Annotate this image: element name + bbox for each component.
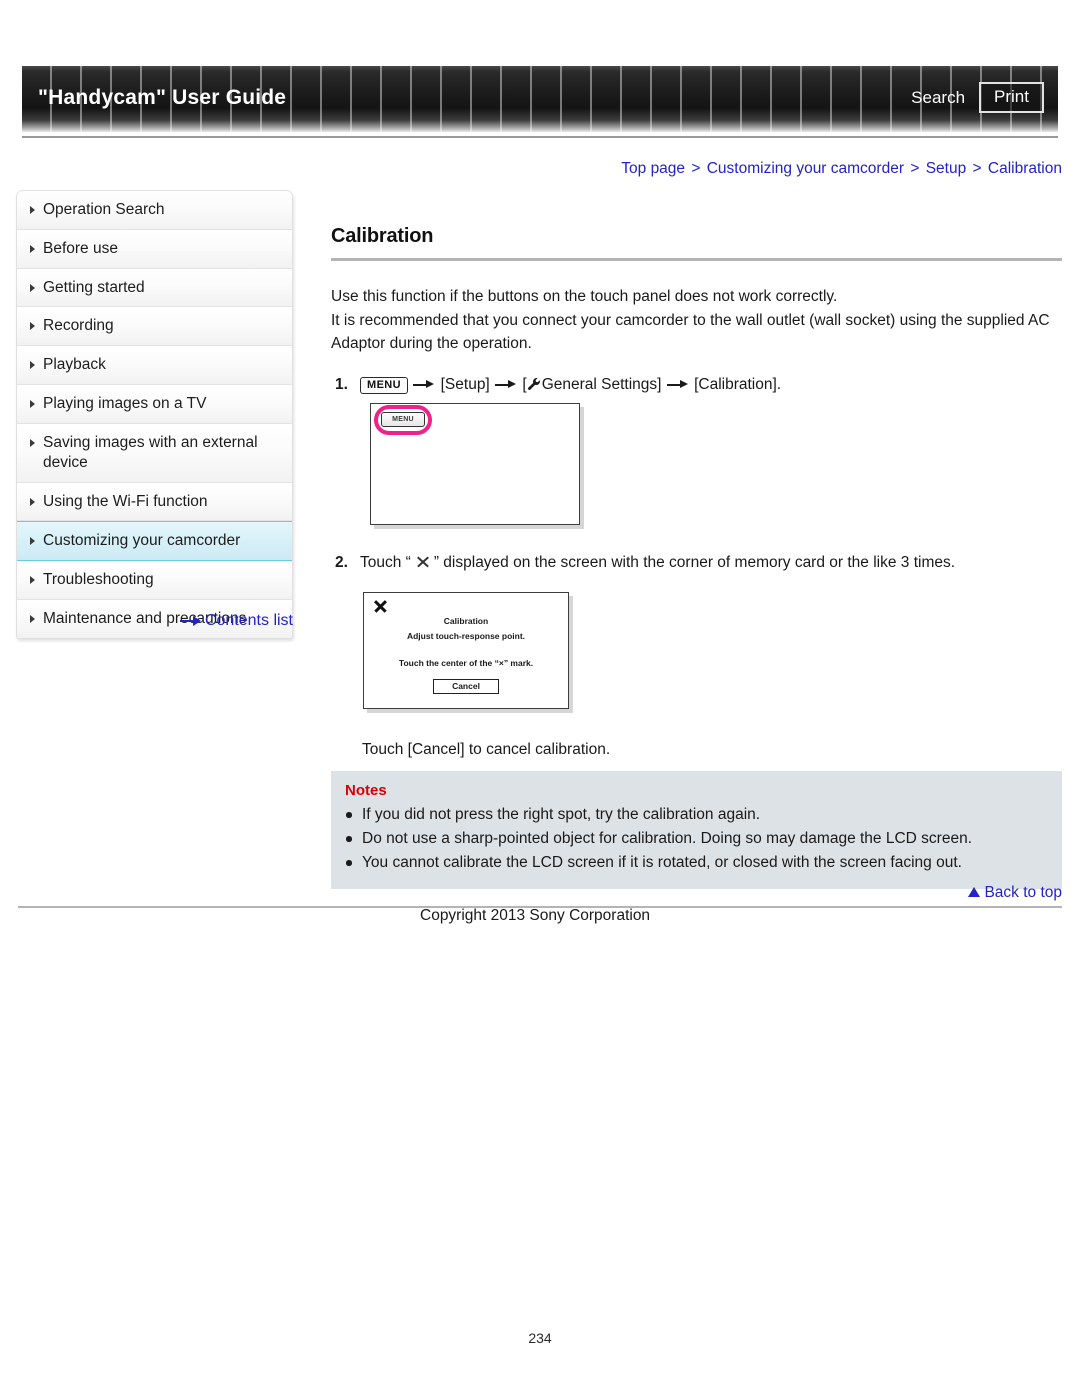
step-1-number: 1. [335,375,348,393]
copyright-text: Copyright 2013 Sony Corporation [420,907,651,924]
breadcrumb-item-top-page[interactable]: Top page [621,160,685,177]
main-content: Calibration Use this function if the but… [331,225,1062,398]
notes-box: Notes If you did not press the right spo… [331,771,1062,890]
figure-cancel-button: Cancel [433,679,499,694]
back-to-top-link[interactable]: Back to top [331,884,1062,902]
note-item: If you did not press the right spot, try… [331,803,1062,827]
triangle-up-icon [968,887,981,897]
sidebar-item-using-the-wifi-function[interactable]: Using the Wi-Fi function [17,482,292,522]
note-text: If you did not press the right spot, try… [362,806,761,823]
intro-paragraph-1: Use this function if the buttons on the … [331,288,838,305]
wrench-icon [527,375,541,398]
page-title: Calibration [331,225,434,247]
sidebar-item-label: Operation Search [43,201,165,218]
header-divider [22,136,1058,138]
header-banner: "Handycam" User Guide Search Print [22,66,1058,132]
triangle-right-icon [30,244,35,253]
sidebar-item-label: Using the Wi-Fi function [43,492,208,510]
back-to-top-label: Back to top [984,884,1062,901]
sidebar-item-recording[interactable]: Recording [17,307,292,347]
arrow-right-icon [179,615,202,626]
sidebar-item-customizing-your-camcorder[interactable]: Customizing your camcorder [17,521,292,562]
breadcrumb-item-setup[interactable]: Setup [926,160,967,177]
triangle-right-icon [30,322,35,331]
step-1-general-settings: General Settings] [541,375,662,393]
sidebar-item-saving-images-external-device[interactable]: Saving images with an external device [17,423,292,483]
breadcrumb-item-customizing[interactable]: Customizing your camcorder [707,160,904,177]
triangle-right-icon [30,283,35,292]
menu-button-icon: MENU [360,376,408,395]
arrow-right-icon [494,379,518,391]
triangle-right-icon [30,537,35,546]
breadcrumb-separator: > [691,160,701,177]
print-button[interactable]: Print [979,82,1044,113]
bullet-icon [346,812,352,818]
bullet-icon [346,836,352,842]
notes-title: Notes [345,782,387,799]
step-2-text-after: ” displayed on the screen with the corne… [433,554,956,571]
sidebar-item-troubleshooting[interactable]: Troubleshooting [17,561,292,601]
step-1: 1. MENU [Setup] [General Settings] [Cali… [331,373,1062,398]
page-number: 234 [528,1330,552,1346]
contents-list-label: Contents list [204,612,293,629]
sidebar-item-playing-images-on-a-tv[interactable]: Playing images on a TV [17,385,292,424]
figure-calibration-screen: Calibration Adjust touch-response point.… [363,592,569,709]
sidebar-item-getting-started[interactable]: Getting started [17,268,292,308]
figure-menu-button: MENU [381,412,425,427]
note-item: You cannot calibrate the LCD screen if i… [331,851,1062,875]
triangle-right-icon [30,400,35,409]
figure-calibration-title: Calibration [443,616,489,626]
sidebar-item-label: Getting started [43,278,145,296]
sidebar-nav: Operation Search Before use Getting star… [16,190,293,639]
step-1-calibration: [Calibration]. [694,375,782,393]
figure-calibration-line2: Touch the center of the “×” mark. [398,658,534,668]
sidebar-item-operation-search[interactable]: Operation Search [17,191,292,230]
triangle-right-icon [30,438,35,447]
step-2-block: 2. Touch “ ” displayed on the screen with … [331,551,1062,574]
sidebar-item-label: Before use [43,239,118,257]
triangle-right-icon [30,576,35,585]
intro-paragraph-2: It is recommended that you connect your … [331,311,1050,353]
arrow-right-icon [666,379,690,391]
cancel-note-block: Touch [Cancel] to cancel calibration. [331,738,1062,762]
site-header: "Handycam" User Guide Search Print [0,66,1080,138]
figure-menu-screen: MENU [370,403,580,525]
sidebar-item-label: Playback [43,356,106,374]
step-1-setup: [Setup] [440,375,490,393]
x-mark-icon [415,554,430,569]
search-button[interactable]: Search [911,88,965,108]
arrow-right-icon [412,379,436,391]
step-2: 2. Touch “ ” displayed on the screen with … [331,551,1062,574]
title-divider [331,258,1062,261]
note-text: You cannot calibrate the LCD screen if i… [362,854,962,872]
triangle-right-icon [30,361,35,370]
sidebar-item-before-use[interactable]: Before use [17,229,292,269]
sidebar-item-playback[interactable]: Playback [17,346,292,386]
step-2-text-before: Touch “ [360,554,411,571]
note-text: Do not use a sharp-pointed object for ca… [362,830,973,848]
sidebar-item-label: Playing images on a TV [43,395,207,413]
breadcrumb: Top page > Customizing your camcorder > … [0,160,1062,178]
x-mark-icon [373,599,388,614]
triangle-right-icon [30,206,35,214]
site-title: "Handycam" User Guide [38,86,287,109]
bullet-icon [346,860,352,866]
sidebar-item-label: Saving images with an external device [43,433,258,471]
sidebar-item-label: Customizing your camcorder [43,532,241,550]
step-2-number: 2. [335,554,348,571]
sidebar-item-label: Recording [43,317,114,335]
note-item: Do not use a sharp-pointed object for ca… [331,827,1062,851]
breadcrumb-item-calibration: Calibration [987,160,1062,177]
figure-calibration-line1: Adjust touch-response point. [406,631,526,641]
breadcrumb-separator: > [972,160,982,177]
cancel-note: Touch [Cancel] to cancel calibration. [362,741,611,758]
contents-list-link[interactable]: Contents list [16,612,293,630]
breadcrumb-separator: > [910,160,920,177]
header-actions: Search Print [911,82,1044,113]
triangle-right-icon [30,497,35,506]
sidebar-item-label: Troubleshooting [43,571,154,589]
